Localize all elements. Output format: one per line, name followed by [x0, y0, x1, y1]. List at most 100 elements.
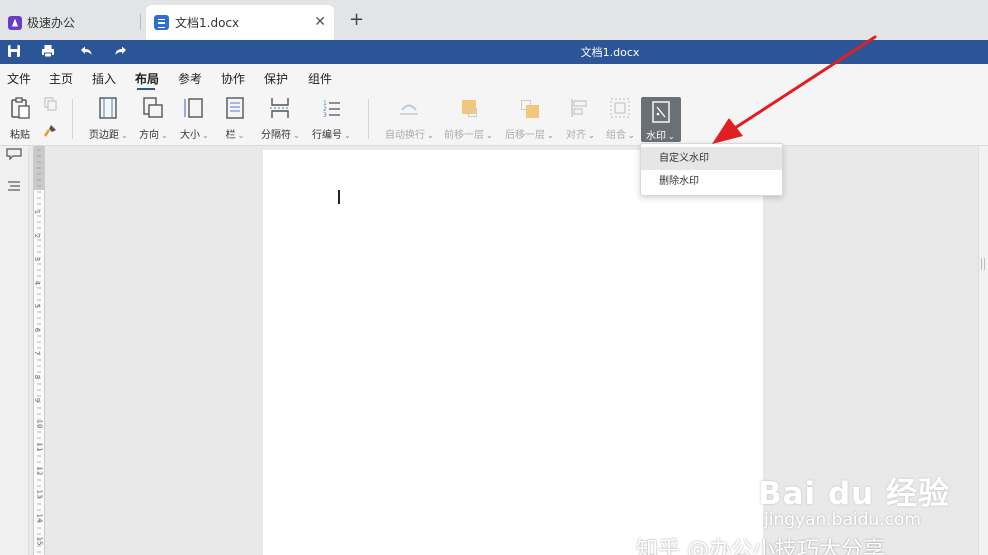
ruler-number: 2	[33, 233, 42, 238]
menu-insert[interactable]: 插入	[92, 70, 116, 87]
margins-label: 页边距	[89, 130, 119, 141]
active-tab-indicator	[137, 88, 155, 90]
copy-icon	[43, 97, 57, 111]
columns-button[interactable]: 栏 ⌄	[224, 97, 246, 141]
send-backward-button[interactable]: 后移一层 ⌄	[505, 97, 554, 141]
ruler-number: 7	[33, 350, 42, 356]
margins-button[interactable]: 页边距 ⌄	[89, 97, 128, 141]
columns-icon	[224, 97, 246, 119]
ruler-number: 9	[33, 397, 42, 403]
watermark-button[interactable]: 水印 ⌄	[641, 97, 681, 142]
menu-file[interactable]: 文件	[7, 70, 31, 87]
paste-button[interactable]: 粘贴	[9, 97, 31, 141]
custom-watermark-item[interactable]: 自定义水印	[641, 147, 782, 170]
align-button[interactable]: 对齐 ⌄	[566, 97, 595, 141]
chevron-down-icon: ⌄	[668, 132, 675, 141]
tab-document-label: 文档1.docx	[175, 16, 240, 30]
ruler-number: 15	[35, 536, 44, 546]
orientation-label: 方向	[139, 130, 159, 141]
tab-bar: 极速办公 文档1.docx ✕ +	[0, 0, 988, 40]
menu-references[interactable]: 参考	[178, 70, 202, 87]
size-button[interactable]: 大小 ⌄	[180, 97, 209, 141]
ribbon-divider	[368, 99, 369, 139]
plus-icon[interactable]: +	[349, 9, 364, 30]
margins-icon	[97, 97, 119, 119]
chevron-down-icon: ⌄	[293, 131, 300, 140]
ruler-number: 12	[35, 466, 44, 475]
bring-forward-button[interactable]: 前移一层 ⌄	[444, 97, 493, 141]
watermark-label: 水印	[646, 131, 666, 142]
chevron-down-icon: ⌄	[344, 131, 351, 140]
bring-forward-label: 前移一层	[444, 130, 484, 141]
comment-icon[interactable]	[6, 148, 22, 163]
text-cursor	[338, 190, 340, 204]
remove-watermark-item[interactable]: 删除水印	[641, 170, 782, 193]
ribbon-divider	[72, 99, 73, 139]
chevron-down-icon: ⌄	[628, 131, 635, 140]
watermark-dropdown: 自定义水印 删除水印	[640, 143, 783, 196]
columns-label: 栏	[225, 130, 236, 141]
size-label: 大小	[180, 130, 200, 141]
left-sidebar	[0, 146, 29, 555]
chevron-down-icon: ⌄	[486, 131, 493, 140]
breaks-label: 分隔符	[261, 130, 291, 141]
document-icon	[154, 15, 169, 30]
format-painter-button[interactable]	[43, 124, 57, 138]
menu-home[interactable]: 主页	[49, 70, 73, 87]
ruler-number: 4	[33, 280, 42, 285]
send-backward-label: 后移一层	[505, 130, 545, 141]
orientation-icon	[142, 97, 164, 119]
chevron-down-icon: ⌄	[121, 131, 128, 140]
menu-plugins[interactable]: 组件	[308, 70, 332, 87]
menu-collaborate[interactable]: 协作	[221, 70, 245, 87]
ruler-number: 5	[33, 303, 42, 309]
title-bar: 文档1.docx	[0, 40, 988, 64]
tab-app[interactable]: 极速办公	[0, 5, 138, 40]
menu-protect[interactable]: 保护	[264, 70, 288, 87]
format-painter-icon	[43, 124, 57, 138]
ruler-number: 13	[35, 489, 44, 499]
send-backward-icon	[518, 97, 540, 119]
line-numbers-label: 行编号	[312, 130, 342, 141]
breaks-icon	[269, 97, 291, 119]
ruler-number: 3	[33, 256, 42, 262]
copy-button[interactable]	[43, 97, 57, 111]
close-icon[interactable]: ✕	[314, 14, 326, 30]
paste-label: 粘贴	[10, 130, 30, 141]
vertical-ruler[interactable]: 12345678910111213141516	[33, 146, 45, 555]
svg-text:3: 3	[323, 112, 327, 119]
chevron-down-icon: ⌄	[237, 131, 245, 140]
group-button[interactable]: 组合 ⌄	[606, 97, 635, 141]
ruler-number: 8	[33, 374, 42, 379]
breaks-button[interactable]: 分隔符 ⌄	[261, 97, 300, 141]
line-numbers-button[interactable]: 123 行编号 ⌄	[312, 97, 351, 141]
wrap-text-button[interactable]: 自动换行 ⌄	[385, 97, 434, 141]
paste-icon	[9, 97, 31, 119]
vertical-scrollbar[interactable]	[978, 146, 988, 555]
ruler-number: 14	[35, 513, 44, 522]
wrap-text-label: 自动换行	[385, 130, 425, 141]
tab-divider	[140, 14, 141, 30]
baidu-watermark-url: jingyan.baidu.com	[764, 510, 921, 530]
baidu-watermark: Bai du 经验	[758, 476, 951, 512]
chevron-down-icon: ⌄	[588, 131, 595, 140]
group-label: 组合	[606, 130, 626, 141]
ruler-number: 11	[35, 442, 44, 452]
zhihu-watermark: 知乎 @办公小技巧大分享	[636, 538, 885, 555]
ruler-number: 6	[33, 327, 42, 332]
group-icon	[609, 97, 631, 119]
wrap-text-icon	[398, 97, 420, 119]
bring-forward-icon	[457, 97, 479, 119]
scroll-grip-icon	[981, 258, 985, 270]
align-label: 对齐	[566, 130, 586, 141]
ruler-number: 1	[33, 209, 42, 215]
menu-bar: 文件 主页 插入 布局 参考 协作 保护 组件	[0, 64, 988, 91]
menu-layout[interactable]: 布局	[135, 70, 159, 87]
orientation-button[interactable]: 方向 ⌄	[139, 97, 168, 141]
chevron-down-icon: ⌄	[547, 131, 554, 140]
align-icon	[569, 97, 591, 119]
document-page[interactable]	[263, 150, 763, 555]
navigation-icon[interactable]	[7, 180, 21, 195]
size-icon	[183, 97, 205, 119]
tab-document[interactable]: 文档1.docx ✕	[146, 5, 334, 40]
